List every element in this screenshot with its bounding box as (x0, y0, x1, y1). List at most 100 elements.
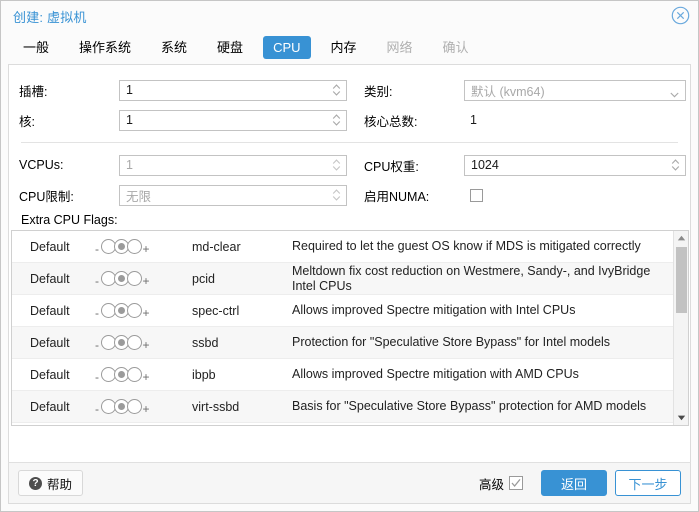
flag-state: Default (30, 239, 70, 254)
tristate-on-dot[interactable] (127, 303, 142, 318)
extra-cpu-flags-label: Extra CPU Flags: (21, 213, 118, 227)
flag-description: Basis for "Speculative Store Bypass" pro… (292, 399, 647, 413)
cores-label: 核: (19, 114, 35, 129)
help-label: 帮助 (47, 477, 73, 492)
tristate-dots[interactable] (101, 239, 142, 254)
cpu-units-input[interactable]: 1024 (464, 154, 686, 176)
tristate-dots[interactable] (101, 399, 142, 414)
create-vm-dialog: 创建: 虚拟机 一般 操作系统 系统 硬盘 CPU 内存 网络 确认 插槽: 1 (0, 0, 699, 512)
tab-network: 网络 (386, 40, 413, 55)
flags-scrollbar[interactable] (673, 231, 688, 425)
form-row-vcpus-units: VCPUs: 1 CPU权重: 1024 (19, 150, 686, 180)
flag-description: Allows improved Spectre mitigation with … (292, 367, 579, 381)
flag-tristate-toggle[interactable]: - + (92, 327, 192, 358)
field-group-vcpus: VCPUs: 1 (19, 154, 364, 176)
field-group-total-cores: 核心总数: 1 (364, 111, 680, 130)
spinner-arrows-icon[interactable] (332, 84, 341, 97)
form-row-sockets-type: 插槽: 1 类别: 默认 (kvm64) (19, 75, 686, 105)
close-icon[interactable] (671, 6, 690, 25)
tristate-dots[interactable] (101, 335, 142, 350)
table-row[interactable]: Default - + spec-ctrl Allows improved Sp… (12, 295, 673, 327)
flag-state: Default (30, 303, 70, 318)
field-group-cores: 核: 1 (19, 109, 364, 131)
table-row[interactable]: Default - + ibpb Allows improved Spectre… (12, 359, 673, 391)
tab-os[interactable]: 操作系统 (69, 36, 141, 59)
flag-state: Default (30, 399, 70, 414)
chevron-down-icon[interactable] (670, 87, 679, 98)
tristate-on-dot[interactable] (127, 367, 142, 382)
flag-tristate-toggle[interactable]: - + (92, 263, 192, 294)
vcpus-input[interactable]: 1 (119, 154, 347, 176)
cpu-limit-input[interactable]: 无限 (119, 184, 347, 206)
field-group-type: 类别: 默认 (kvm64) (364, 79, 686, 101)
tab-disks[interactable]: 硬盘 (207, 36, 253, 59)
flag-description: Meltdown fix cost reduction on Westmere,… (292, 263, 651, 293)
flag-state: Default (30, 335, 70, 350)
field-group-numa: 启用NUMA: (364, 186, 680, 205)
spinner-arrows-icon[interactable] (332, 114, 341, 127)
tristate-dots[interactable] (101, 271, 142, 286)
tab-confirm: 确认 (442, 40, 469, 55)
vcpus-value: 1 (126, 158, 133, 172)
tristate-dots[interactable] (101, 367, 142, 382)
scroll-down-icon[interactable] (674, 411, 688, 425)
advanced-toggle[interactable]: 高级 (479, 474, 523, 493)
tab-memory[interactable]: 内存 (321, 36, 367, 59)
sockets-value: 1 (126, 83, 133, 97)
tab-cpu[interactable]: CPU (263, 36, 311, 59)
form-row-limit-numa: CPU限制: 无限 启用NUMA: (19, 180, 680, 210)
plus-icon[interactable]: + (141, 274, 151, 288)
table-row[interactable]: Default - + ssbd Protection for "Specula… (12, 327, 673, 359)
dialog-footer: ? 帮助 高级 返回 下一步 (8, 462, 691, 504)
field-group-sockets: 插槽: 1 (19, 79, 364, 101)
plus-icon[interactable]: + (141, 338, 151, 352)
flag-name: ssbd (192, 335, 219, 350)
advanced-label: 高级 (478, 477, 504, 492)
flag-tristate-toggle[interactable]: - + (92, 391, 192, 422)
flag-description: Required to let the guest OS know if MDS… (292, 239, 641, 253)
scrollbar-thumb[interactable] (676, 247, 687, 313)
plus-icon[interactable]: + (141, 370, 151, 384)
cores-input[interactable]: 1 (119, 109, 347, 131)
scroll-up-icon[interactable] (674, 231, 688, 245)
tristate-dots[interactable] (101, 303, 142, 318)
sockets-input[interactable]: 1 (119, 79, 347, 101)
type-select[interactable]: 默认 (kvm64) (464, 79, 686, 101)
cpu-form: 插槽: 1 类别: 默认 (kvm64) 核: 1 核心总数: 1 VCPUs:… (9, 65, 690, 230)
advanced-checkbox[interactable] (509, 476, 523, 490)
table-row[interactable]: Default - + pcid Meltdown fix cost reduc… (12, 263, 673, 295)
plus-icon[interactable]: + (141, 306, 151, 320)
tab-system[interactable]: 系统 (151, 36, 197, 59)
tristate-on-dot[interactable] (127, 239, 142, 254)
cores-value: 1 (126, 113, 133, 127)
tristate-on-dot[interactable] (127, 335, 142, 350)
plus-icon[interactable]: + (141, 242, 151, 256)
tristate-on-dot[interactable] (127, 271, 142, 286)
table-row[interactable]: Default - + md-clear Required to let the… (12, 231, 673, 263)
cpu-units-label: CPU权重: (364, 159, 419, 174)
next-button[interactable]: 下一步 (615, 470, 681, 496)
spinner-arrows-icon[interactable] (671, 159, 680, 172)
back-button[interactable]: 返回 (541, 470, 607, 496)
table-row[interactable]: Default - + virt-ssbd Basis for "Specula… (12, 391, 673, 423)
flag-tristate-toggle[interactable]: - + (92, 295, 192, 326)
cpu-limit-label: CPU限制: (19, 189, 74, 204)
flag-name: pcid (192, 271, 215, 286)
tristate-on-dot[interactable] (127, 399, 142, 414)
total-cores-value: 1 (470, 113, 477, 127)
spinner-arrows-icon[interactable] (332, 189, 341, 202)
numa-checkbox[interactable] (470, 188, 483, 202)
help-button[interactable]: ? 帮助 (18, 470, 84, 496)
tab-general[interactable]: 一般 (13, 36, 59, 59)
plus-icon[interactable]: + (141, 402, 151, 416)
sockets-label: 插槽: (19, 84, 48, 99)
spinner-arrows-icon[interactable] (332, 159, 341, 172)
type-label: 类别: (364, 84, 393, 99)
flag-tristate-toggle[interactable]: - + (92, 231, 192, 262)
wizard-tabs: 一般 操作系统 系统 硬盘 CPU 内存 网络 确认 (1, 31, 698, 64)
flag-name: ibpb (192, 367, 216, 382)
total-cores-label: 核心总数: (364, 114, 418, 129)
flag-tristate-toggle[interactable]: - + (92, 359, 192, 390)
flag-description: Allows improved Spectre mitigation with … (292, 303, 576, 317)
cpu-units-value: 1024 (471, 158, 499, 172)
